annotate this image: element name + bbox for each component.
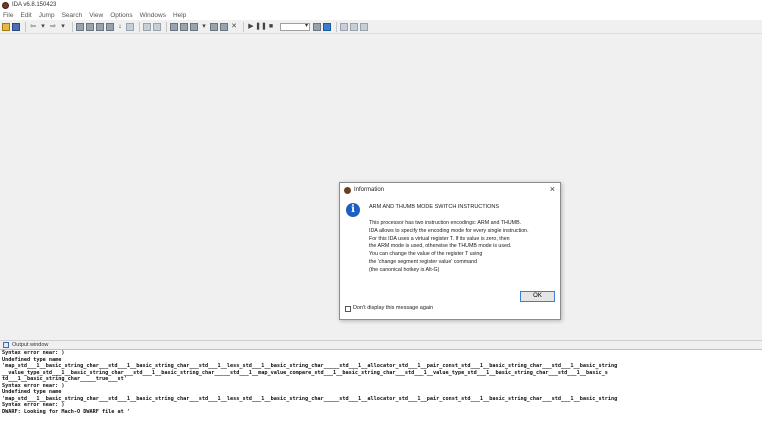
window-title: IDA v6.8.150423: [12, 2, 57, 8]
down-arrow-icon[interactable]: ↓: [116, 23, 124, 31]
data-icon[interactable]: [180, 22, 188, 31]
attach-icon[interactable]: [313, 22, 321, 31]
forward-arrow-icon[interactable]: ⇨: [49, 23, 57, 31]
output-window-title: Output window: [12, 342, 49, 348]
menu-windows[interactable]: Windows: [140, 12, 166, 19]
info-icon: i: [346, 203, 360, 217]
message-line: For this IDA uses a virtual register T. …: [369, 235, 510, 242]
menu-file[interactable]: File: [3, 12, 13, 19]
xrefs-from-icon[interactable]: [360, 22, 368, 31]
open-folder-icon[interactable]: [2, 22, 10, 31]
dont-display-label[interactable]: Don't display this message again: [353, 305, 433, 311]
string-icon[interactable]: [190, 22, 198, 31]
toolbar-separator: [25, 21, 26, 32]
xrefs-to-icon[interactable]: [350, 22, 358, 31]
code-icon[interactable]: [170, 22, 178, 31]
dialog-heading: ARM AND THUMB MODE SWITCH INSTRUCTIONS: [369, 204, 500, 210]
search-next-icon[interactable]: [96, 22, 104, 31]
message-line: IDA allows to specify the encoding mode …: [369, 227, 529, 234]
menu-view[interactable]: View: [89, 12, 103, 19]
dialog-message: This processor has two instruction encod…: [369, 220, 559, 275]
output-window[interactable]: Syntax error near: ) Undefined type name…: [0, 349, 762, 427]
menu-bar: File Edit Jump Search View Options Windo…: [0, 10, 762, 20]
pause-icon[interactable]: ❚❚: [255, 23, 267, 31]
dialog-title-bar: Information: [340, 183, 560, 197]
jump-icon[interactable]: [126, 22, 134, 31]
save-icon[interactable]: [12, 22, 20, 31]
ida-app-icon: [344, 186, 351, 194]
menu-edit[interactable]: Edit: [20, 12, 31, 19]
message-line: the 'change segment register value' comm…: [369, 258, 478, 265]
menu-search[interactable]: Search: [62, 12, 83, 19]
dropdown-arrow-icon[interactable]: ▾: [59, 23, 67, 31]
output-line: DWARF: Looking for Mach-O DWARF file at …: [2, 408, 131, 415]
close-x-icon[interactable]: ✕: [230, 23, 238, 31]
play-icon[interactable]: ▶: [247, 23, 255, 31]
output-window-icon: [3, 342, 9, 348]
output-window-header: Output window: [0, 340, 762, 349]
mode-switch-icon[interactable]: [323, 22, 331, 31]
function-icon[interactable]: [210, 22, 218, 31]
menu-jump[interactable]: Jump: [39, 12, 55, 19]
title-bar: IDA v6.8.150423: [0, 0, 762, 10]
ok-button[interactable]: OK: [520, 291, 555, 302]
zoom-icon[interactable]: [153, 22, 161, 31]
undefine-icon[interactable]: [220, 22, 228, 31]
flow-chart-icon[interactable]: [340, 22, 348, 31]
toolbar-separator: [243, 21, 244, 32]
search-immediate-icon[interactable]: [106, 22, 114, 31]
graph-view-icon[interactable]: [143, 22, 151, 31]
message-line: This processor has two instruction encod…: [369, 220, 522, 226]
toolbar-separator: [166, 21, 167, 32]
dont-display-checkbox[interactable]: [345, 306, 351, 312]
ida-app-icon: [2, 1, 9, 9]
menu-options[interactable]: Options: [110, 12, 132, 19]
dropdown-arrow-icon[interactable]: ▾: [39, 23, 47, 31]
message-line: the ARM mode is used, otherwise the THUM…: [369, 243, 512, 250]
message-line: (the canonical hotkey is Alt-G): [369, 266, 440, 273]
toolbar-separator: [139, 21, 140, 32]
toolbar-separator: [72, 21, 73, 32]
dialog-title: Information: [354, 187, 385, 193]
message-line: You can change the value of the register…: [369, 251, 483, 258]
menu-help[interactable]: Help: [173, 12, 186, 19]
binary-search-icon[interactable]: [76, 22, 84, 31]
toolbar: ⇦ ▾ ⇨ ▾ ↓ ▾ ✕ ▶ ❚❚ ■: [0, 20, 762, 34]
back-arrow-icon[interactable]: ⇦: [29, 23, 37, 31]
information-dialog: Information × i ARM AND THUMB MODE SWITC…: [339, 182, 561, 320]
toolbar-separator: [336, 21, 337, 32]
debugger-select[interactable]: [280, 22, 310, 31]
stop-icon[interactable]: ■: [267, 23, 275, 31]
text-search-icon[interactable]: [86, 22, 94, 31]
close-icon[interactable]: ×: [550, 184, 555, 194]
dropdown-arrow-icon[interactable]: ▾: [200, 23, 208, 31]
